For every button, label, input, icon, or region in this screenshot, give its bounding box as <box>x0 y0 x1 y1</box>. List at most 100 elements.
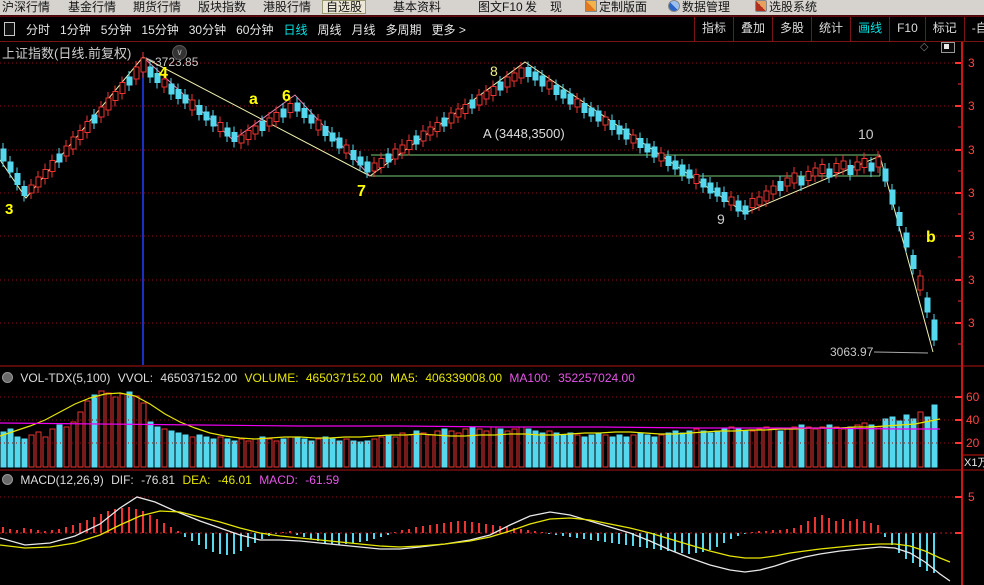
volume-bar <box>714 430 721 468</box>
indicator-toggle-icon[interactable] <box>2 372 13 383</box>
candle-body <box>672 160 679 170</box>
volume-bar <box>238 438 245 468</box>
toolbar-button[interactable]: F10 <box>889 17 925 41</box>
volume-bar <box>756 428 763 468</box>
volume-bar <box>259 436 266 468</box>
menu-item[interactable]: 基本资料 <box>393 0 441 14</box>
menu-item[interactable]: 定制版面 <box>585 0 647 14</box>
volume-bar <box>364 440 371 468</box>
timeframe-tab[interactable]: 更多 > <box>432 21 466 38</box>
volume-bar <box>910 418 917 468</box>
period-toolbar: 分时 1分钟 5分钟 15分钟 30分钟 60分钟 日线 周线 月线 多周期 更多 > 指标 叠加 多股… <box>0 16 984 42</box>
timeframe-tab[interactable]: 30分钟 <box>189 21 226 38</box>
volume-header[interactable]: VOL-TDX(5,100) VVOL: 465037152.00 VOLUME… <box>2 371 639 385</box>
menu-item[interactable]: 图文F10 <box>478 0 523 14</box>
volume-bar <box>511 428 518 468</box>
timeframe-tab[interactable]: 多周期 <box>386 21 422 38</box>
ma5-label: MA5: <box>389 371 418 385</box>
toolbar-button[interactable]: 指标 <box>694 17 733 41</box>
candle-body <box>833 163 840 173</box>
candle-body <box>553 85 560 95</box>
toolbar-button[interactable]: 画线 <box>850 17 889 41</box>
volume-bar <box>350 440 357 468</box>
timeframe-tab[interactable]: 日线 <box>283 21 307 38</box>
timeframe-tab[interactable]: 15分钟 <box>141 21 178 38</box>
candle-body <box>126 76 133 86</box>
wave-label: 3 <box>5 201 13 218</box>
menu-item[interactable]: 港股行情 <box>263 0 311 14</box>
timeframe-tab[interactable]: 60分钟 <box>236 21 273 38</box>
timeframe-tab[interactable]: 周线 <box>317 21 341 38</box>
vvol-value: 465037152.00 <box>160 371 238 385</box>
wave-label: 3063.97 <box>830 345 874 359</box>
volume-bar <box>245 440 252 468</box>
document-icon[interactable] <box>4 22 15 36</box>
volume-bar <box>35 431 42 468</box>
volume-bar <box>630 434 637 468</box>
menu-item[interactable]: 沪深行情 <box>2 0 50 14</box>
menu-item[interactable]: 发 <box>525 0 537 14</box>
timeframe-tab[interactable]: 月线 <box>352 21 376 38</box>
candle-body <box>315 119 322 131</box>
macd-header[interactable]: MACD(12,26,9) DIF: -76.81 DEA: -46.01 MA… <box>2 473 343 487</box>
toolbar-button[interactable]: 叠加 <box>733 17 772 41</box>
menu-item[interactable]: 数据管理 <box>668 0 730 14</box>
volume-bar <box>896 420 903 468</box>
price-axis-label: 3 <box>968 186 975 200</box>
candle-body <box>623 128 630 140</box>
volume-bar <box>392 436 399 468</box>
candlestick-chart[interactable]: 3333333604020X1万53723.854a 678A (3448,350… <box>0 0 984 585</box>
candle-body <box>210 115 217 127</box>
candle-body <box>497 81 504 91</box>
candle-body <box>56 153 63 163</box>
volume-bar <box>686 430 693 468</box>
volume-bar <box>168 430 175 468</box>
menu-item[interactable]: 自选股 <box>322 0 367 14</box>
volume-bar <box>189 436 196 468</box>
candle-body <box>483 90 490 100</box>
price-axis-label: 3 <box>968 316 975 330</box>
volume-bar <box>812 428 819 468</box>
volume-bar <box>231 440 238 468</box>
candle-body <box>266 117 273 127</box>
candle-body <box>441 117 448 127</box>
candle-body <box>581 103 588 113</box>
toolbar-button[interactable]: 多股 <box>772 17 811 41</box>
timeframe-tab[interactable]: 1分钟 <box>60 21 91 38</box>
toolbar-button[interactable]: 标记 <box>924 17 964 41</box>
chevron-down-circle-icon[interactable]: ∨ <box>172 45 187 60</box>
menu-item[interactable]: 现 <box>550 0 562 14</box>
candle-body <box>77 130 84 140</box>
candle-body <box>546 80 553 90</box>
candle-body <box>784 177 791 187</box>
volume-bar <box>693 428 700 468</box>
ma5-value: 406339008.00 <box>425 371 503 385</box>
volume-bar <box>665 432 672 468</box>
volume-unit-label: X1万 <box>964 457 984 469</box>
toolbar-button[interactable]: -自选 <box>963 17 984 41</box>
indicator-toggle-icon[interactable] <box>2 474 13 485</box>
price-axis-label: 3 <box>968 273 975 287</box>
tdx-trading-app: { "menu_bar": { "items": [ {"label":"沪深行… <box>0 0 984 585</box>
candle-body <box>693 174 700 184</box>
candle-body <box>168 83 175 95</box>
menu-item[interactable]: 选股系统 <box>755 0 817 14</box>
volume-bar <box>868 424 875 468</box>
window-restore-button[interactable] <box>941 42 955 53</box>
menu-item[interactable]: 期货行情 <box>133 0 181 14</box>
candle-body <box>567 93 574 105</box>
timeframe-tab[interactable]: 5分钟 <box>101 21 132 38</box>
menu-item[interactable]: 版块指数 <box>198 0 246 14</box>
menu-item[interactable]: 基金行情 <box>68 0 116 14</box>
volume-bar <box>770 428 777 468</box>
candle-body <box>679 164 686 176</box>
candle-body <box>105 97 112 111</box>
candle-body <box>756 196 763 206</box>
ma100-label: MA100: <box>509 371 551 385</box>
grid-orange-icon <box>585 0 597 12</box>
volume-bar <box>210 438 217 468</box>
timeframe-tab[interactable]: 分时 <box>26 21 50 38</box>
candle-body <box>889 189 896 205</box>
toolbar-button[interactable]: 统计 <box>811 17 850 41</box>
volume-bar <box>588 434 595 468</box>
